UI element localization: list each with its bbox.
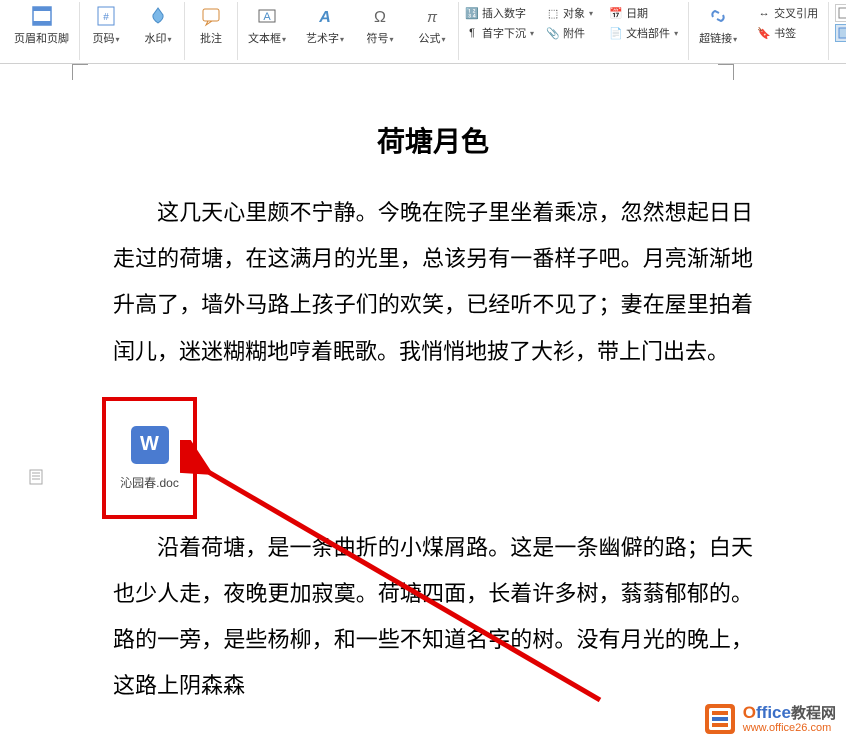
equation-button[interactable]: π 公式▾ bbox=[410, 2, 454, 48]
annotation-icon bbox=[199, 4, 223, 28]
page-number-icon: # bbox=[94, 4, 118, 28]
wordart-icon: A bbox=[313, 4, 337, 28]
date-icon: 📅 bbox=[609, 6, 623, 20]
bookmark-icon: 🔖 bbox=[757, 26, 771, 40]
textbox-icon: A bbox=[255, 4, 279, 28]
brand-watermark: Office教程网 www.office26.com bbox=[703, 702, 836, 736]
symbol-icon: Ω bbox=[368, 4, 392, 28]
docparts-icon: 📄 bbox=[609, 26, 623, 40]
attachment-button[interactable]: 📎附件 bbox=[544, 24, 595, 42]
embedded-doc-icon[interactable]: W bbox=[131, 426, 169, 464]
drop-cap-button[interactable]: ¶首字下沉▾ bbox=[463, 24, 536, 42]
hyperlink-icon bbox=[706, 4, 730, 28]
page-corner-tl bbox=[72, 64, 88, 80]
svg-text:A: A bbox=[318, 9, 331, 26]
watermark-icon bbox=[146, 4, 170, 28]
document-area: 荷塘月色 这几天心里颇不宁静。今晚在院子里坐着乘凉，忽然想起日日走过的荷塘，在这… bbox=[0, 64, 846, 710]
brand-title: Office教程网 bbox=[743, 704, 836, 723]
svg-text:A: A bbox=[263, 11, 271, 23]
ribbon-toolbar: 页眉和页脚 # 页码▾ 水印▾ 批注 A 文本框▾ A 艺术字▾ Ω bbox=[0, 0, 846, 64]
dropcap-icon: ¶ bbox=[465, 26, 479, 40]
svg-text:#: # bbox=[103, 12, 109, 23]
watermark-button[interactable]: 水印▾ bbox=[136, 2, 180, 48]
bookmark-button[interactable]: 🔖书签 bbox=[755, 24, 820, 42]
number-icon: 🔢 bbox=[465, 6, 479, 20]
header-footer-icon bbox=[30, 4, 54, 28]
equation-icon: π bbox=[420, 4, 444, 28]
cross-ref-button[interactable]: ↔交叉引用 bbox=[755, 4, 820, 22]
symbol-button[interactable]: Ω 符号▾ bbox=[358, 2, 402, 48]
hyperlink-button[interactable]: 超链接▾ bbox=[693, 2, 743, 48]
object-icon: ⬚ bbox=[546, 6, 560, 20]
embedded-object-highlight: W 沁园春.doc bbox=[102, 397, 197, 519]
page-corner-tr bbox=[718, 64, 734, 80]
wordart-button[interactable]: A 艺术字▾ bbox=[300, 2, 350, 48]
object-button[interactable]: ⬚对象▾ bbox=[544, 4, 595, 22]
document-paragraph-2: 沿着荷塘，是一条曲折的小煤屑路。这是一条幽僻的路；白天也少人走，夜晚更加寂寞。荷… bbox=[113, 525, 753, 710]
crossref-icon: ↔ bbox=[757, 6, 771, 20]
svg-text:Ω: Ω bbox=[374, 9, 386, 26]
insert-number-button[interactable]: 🔢插入数字 bbox=[463, 4, 536, 22]
view-mode-1[interactable] bbox=[835, 4, 846, 22]
brand-url: www.office26.com bbox=[743, 722, 836, 734]
view-mode-4[interactable] bbox=[835, 24, 846, 42]
brand-logo-icon bbox=[703, 702, 737, 736]
document-paragraph-1: 这几天心里颇不宁静。今晚在院子里坐着乘凉，忽然想起日日走过的荷塘，在这满月的光里… bbox=[113, 190, 753, 375]
header-footer-button[interactable]: 页眉和页脚 bbox=[8, 2, 75, 48]
gutter-page-icon[interactable] bbox=[28, 468, 46, 486]
embedded-doc-filename: 沁园春.doc bbox=[120, 474, 179, 491]
view-mode-grid bbox=[833, 2, 846, 44]
date-button[interactable]: 📅日期 bbox=[607, 4, 680, 22]
annotation-button[interactable]: 批注 bbox=[189, 2, 233, 48]
textbox-button[interactable]: A 文本框▾ bbox=[242, 2, 292, 48]
attachment-icon: 📎 bbox=[546, 26, 560, 40]
page-number-button[interactable]: # 页码▾ bbox=[84, 2, 128, 48]
document-title: 荷塘月色 bbox=[113, 120, 753, 160]
doc-parts-button[interactable]: 📄文档部件▾ bbox=[607, 24, 680, 42]
svg-text:π: π bbox=[427, 9, 438, 26]
